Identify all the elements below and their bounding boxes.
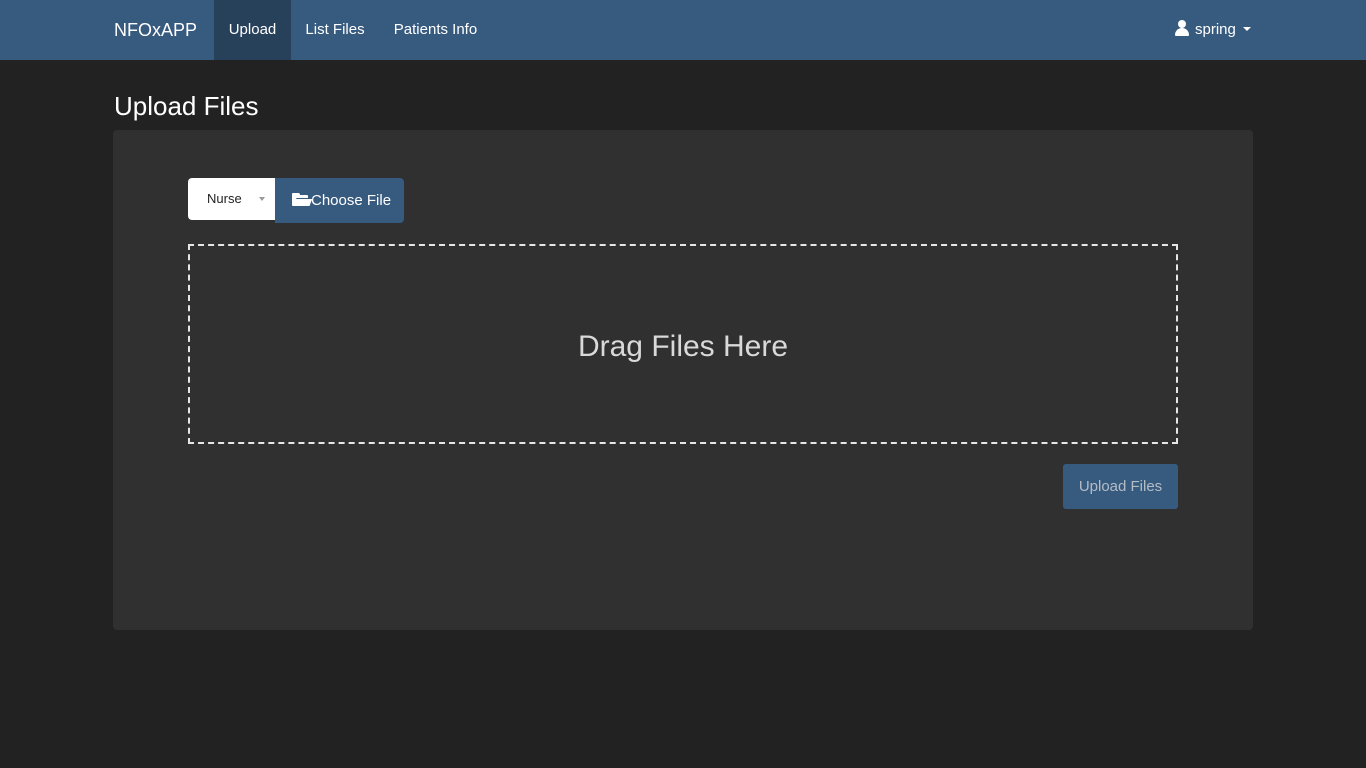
folder-open-icon — [292, 193, 313, 206]
user-menu-toggle[interactable]: spring — [1174, 0, 1251, 60]
brand-link[interactable]: NFOxAPP — [114, 0, 197, 60]
nav-item-patients-info[interactable]: Patients Info — [379, 0, 492, 60]
choose-file-button[interactable]: Choose File — [275, 178, 404, 223]
file-dropzone[interactable]: Drag Files Here — [188, 244, 1178, 444]
user-name: spring — [1195, 21, 1236, 38]
upload-files-button[interactable]: Upload Files — [1063, 464, 1178, 509]
page-title: Upload Files — [114, 91, 259, 121]
dropzone-label: Drag Files Here — [577, 330, 789, 363]
nav-item-upload[interactable]: Upload — [214, 0, 291, 60]
caret-down-icon — [1242, 27, 1251, 31]
top-navbar: NFOxAPP Upload List Files Patients Info … — [0, 0, 1366, 60]
role-select[interactable]: Nurse — [188, 178, 275, 220]
user-icon — [1174, 20, 1190, 36]
nav-item-list-files[interactable]: List Files — [291, 0, 379, 60]
select-arrow-icon — [259, 197, 265, 201]
role-select-value: Nurse — [207, 191, 242, 206]
choose-file-label: Choose File — [311, 192, 392, 209]
